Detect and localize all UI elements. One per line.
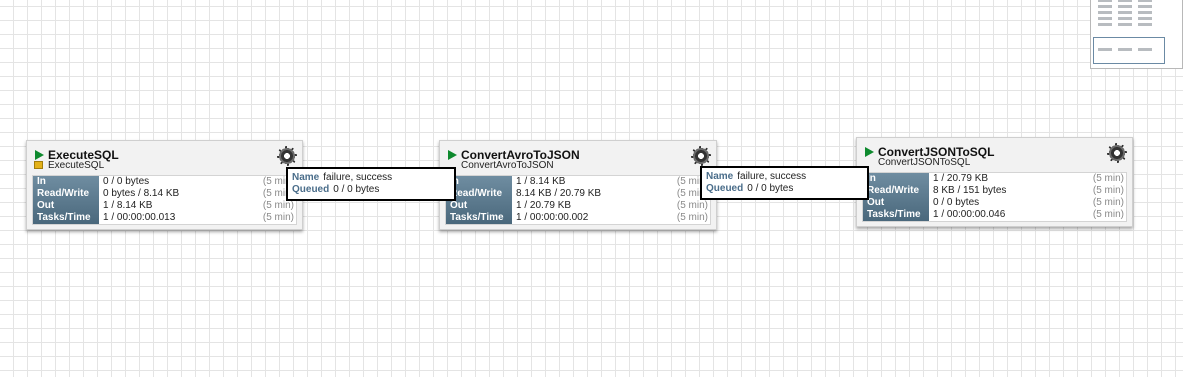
stats-value: 1 / 20.79 KB — [516, 200, 572, 211]
processor-convertjsontosql[interactable]: ConvertJSONToSQL ConvertJSONToSQL In 1 /… — [856, 137, 1133, 227]
processor-header: ConvertJSONToSQL ConvertJSONToSQL — [857, 138, 1132, 170]
connection-queued-row: Queued 0 / 0 bytes — [292, 184, 450, 196]
birdseye-block — [1098, 23, 1112, 26]
stats-value: 8.14 KB / 20.79 KB — [516, 188, 602, 199]
stats-row-out: Out 1 / 20.79 KB (5 min) — [446, 200, 710, 212]
stats-label: In — [37, 176, 46, 187]
connection-queued-key: Queued — [706, 183, 744, 194]
stats-label: Out — [450, 200, 468, 211]
stats-row-in: In 1 / 8.14 KB (5 min) — [446, 176, 710, 188]
stats-value: 1 / 00:00:00.013 — [103, 212, 176, 223]
play-icon — [448, 150, 457, 160]
birdseye-block — [1098, 48, 1112, 51]
birdseye-block — [1118, 48, 1132, 51]
stats-row-in: In 0 / 0 bytes (5 min) — [33, 176, 296, 188]
stats-row-tasks-time: Tasks/Time 1 / 00:00:00.002 (5 min) — [446, 212, 710, 224]
stats-value: 1 / 20.79 KB — [933, 173, 989, 184]
processor-stats: In 1 / 8.14 KB (5 min) Read/Write 8.14 K… — [445, 175, 711, 225]
birdseye-block — [1098, 17, 1112, 20]
stats-label: Read/Write — [37, 188, 90, 199]
stats-period: (5 min) — [1092, 209, 1124, 220]
processor-header: ExecuteSQL ExecuteSQL — [27, 141, 302, 173]
processor-type: ConvertJSONToSQL — [878, 157, 971, 168]
birdseye-panel[interactable] — [1090, 0, 1183, 69]
birdseye-block — [1138, 48, 1152, 51]
stats-row-tasks-time: Tasks/Time 1 / 00:00:00.046 (5 min) — [863, 209, 1126, 221]
birdseye-block — [1138, 11, 1152, 14]
processor-stats: In 1 / 20.79 KB (5 min) Read/Write 8 KB … — [862, 172, 1127, 222]
stats-row-read-write: Read/Write 8 KB / 151 bytes (5 min) — [863, 185, 1126, 197]
stats-row-out: Out 1 / 8.14 KB (5 min) — [33, 200, 296, 212]
birdseye-viewport[interactable] — [1093, 37, 1165, 64]
processor-gear-icon — [1105, 141, 1129, 165]
stats-value: 1 / 00:00:00.046 — [933, 209, 1006, 220]
birdseye-block — [1138, 0, 1152, 2]
birdseye-block — [1098, 5, 1112, 8]
play-icon — [35, 150, 44, 160]
bundle-icon — [34, 161, 43, 169]
stats-period: (5 min) — [1092, 173, 1124, 184]
stats-period: (5 min) — [262, 212, 294, 223]
birdseye-block — [1138, 17, 1152, 20]
processor-executesql[interactable]: ExecuteSQL ExecuteSQL In 0 / 0 bytes (5 … — [26, 140, 303, 230]
stats-period: (5 min) — [676, 212, 708, 223]
connection-label[interactable]: Name failure, success Queued 0 / 0 bytes — [286, 167, 456, 201]
stats-label: Read/Write — [450, 188, 503, 199]
processor-gear-icon — [689, 144, 713, 168]
stats-row-read-write: Read/Write 8.14 KB / 20.79 KB (5 min) — [446, 188, 710, 200]
stats-value: 0 bytes / 8.14 KB — [103, 188, 180, 199]
processor-convertavrotojson[interactable]: ConvertAvroToJSON ConvertAvroToJSON In 1… — [439, 140, 717, 230]
stats-period: (5 min) — [1092, 185, 1124, 196]
stats-value: 1 / 8.14 KB — [516, 176, 566, 187]
processor-gear-icon — [275, 144, 299, 168]
stats-value: 1 / 00:00:00.002 — [516, 212, 589, 223]
stats-value: 1 / 8.14 KB — [103, 200, 153, 211]
birdseye-block — [1138, 5, 1152, 8]
stats-value: 0 / 0 bytes — [933, 197, 980, 208]
connection-queued-key: Queued — [292, 184, 330, 195]
stats-label: Tasks/Time — [867, 209, 921, 220]
birdseye-block — [1118, 23, 1132, 26]
stats-label: Read/Write — [867, 185, 920, 196]
connection-queued-row: Queued 0 / 0 bytes — [706, 183, 863, 195]
birdseye-block — [1118, 5, 1132, 8]
stats-label: Out — [37, 200, 55, 211]
connection-name-value: failure, success — [737, 171, 807, 182]
stats-period: (5 min) — [262, 200, 294, 211]
stats-label: Out — [867, 197, 885, 208]
connection-name-row: Name failure, success — [706, 171, 863, 183]
stats-row-out: Out 0 / 0 bytes (5 min) — [863, 197, 1126, 209]
stats-value: 0 / 0 bytes — [103, 176, 150, 187]
connection-name-value: failure, success — [323, 172, 393, 183]
stats-row-tasks-time: Tasks/Time 1 / 00:00:00.013 (5 min) — [33, 212, 296, 224]
play-icon — [865, 147, 874, 157]
stats-period: (5 min) — [676, 200, 708, 211]
connection-name-row: Name failure, success — [292, 172, 450, 184]
processor-header: ConvertAvroToJSON ConvertAvroToJSON — [440, 141, 716, 173]
birdseye-block — [1118, 17, 1132, 20]
stats-label: Tasks/Time — [37, 212, 91, 223]
connection-label[interactable]: Name failure, success Queued 0 / 0 bytes — [700, 166, 869, 200]
processor-type: ExecuteSQL — [48, 160, 105, 171]
processor-stats: In 0 / 0 bytes (5 min) Read/Write 0 byte… — [32, 175, 297, 225]
stats-row-in: In 1 / 20.79 KB (5 min) — [863, 173, 1126, 185]
birdseye-block — [1118, 0, 1132, 2]
birdseye-block — [1098, 0, 1112, 2]
stats-row-read-write: Read/Write 0 bytes / 8.14 KB (5 min) — [33, 188, 296, 200]
connection-name-key: Name — [706, 171, 734, 182]
stats-period: (5 min) — [1092, 197, 1124, 208]
birdseye-block — [1098, 11, 1112, 14]
connection-name-key: Name — [292, 172, 320, 183]
stats-value: 8 KB / 151 bytes — [933, 185, 1007, 196]
birdseye-block — [1118, 11, 1132, 14]
processor-type: ConvertAvroToJSON — [461, 160, 554, 171]
connection-queued-value: 0 / 0 bytes — [333, 184, 380, 195]
connection-queued-value: 0 / 0 bytes — [747, 183, 794, 194]
stats-label: Tasks/Time — [450, 212, 504, 223]
birdseye-block — [1138, 23, 1152, 26]
